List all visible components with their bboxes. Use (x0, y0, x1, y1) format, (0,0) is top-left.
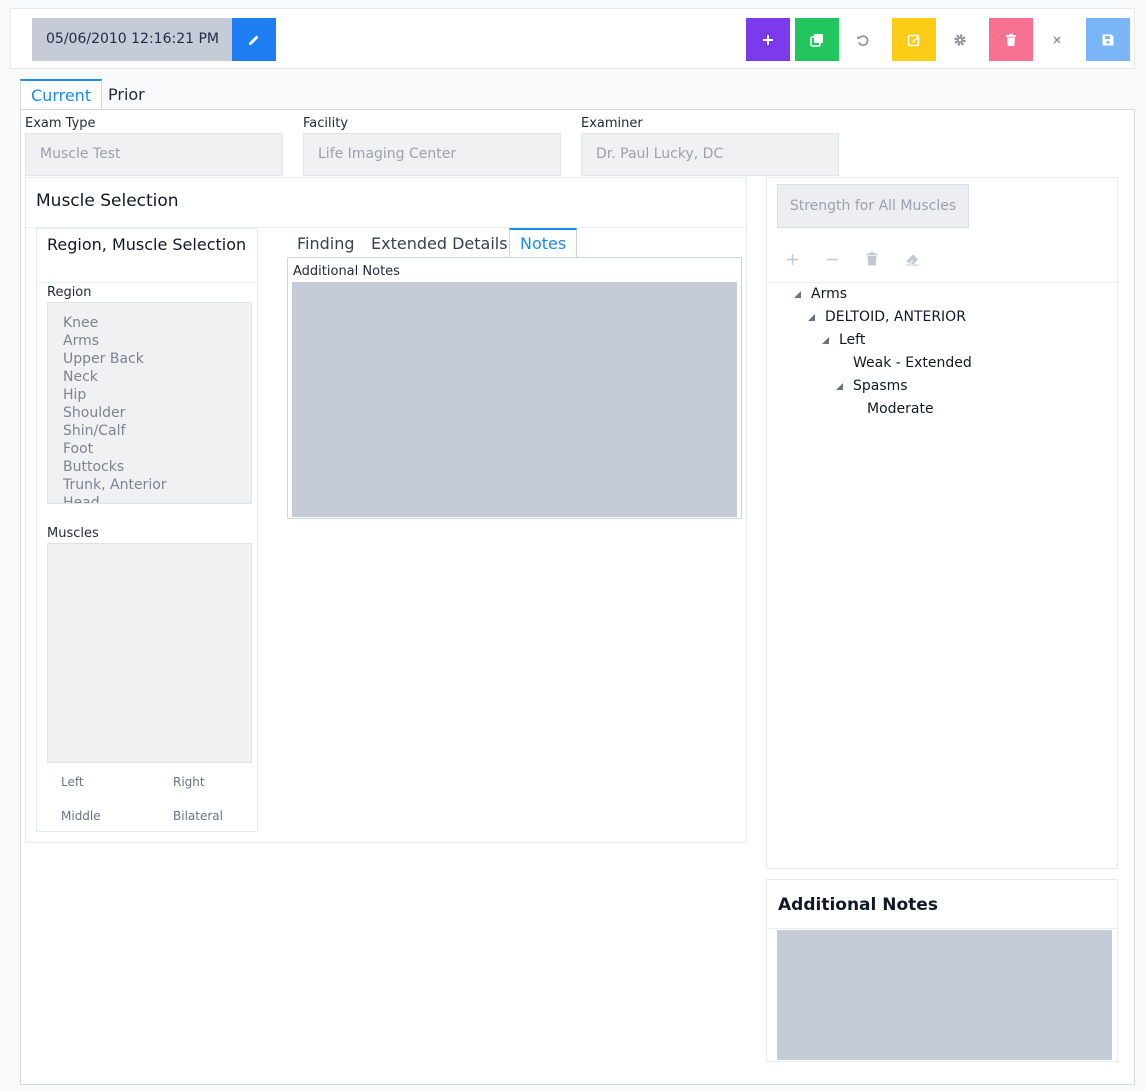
list-item[interactable]: Arms (48, 332, 251, 350)
edit-icon (907, 33, 921, 47)
list-item[interactable]: Knee (48, 314, 251, 332)
tab-notes[interactable]: Notes (509, 228, 578, 258)
list-item[interactable]: Shin/Calf (48, 422, 251, 440)
examiner-label: Examiner (581, 116, 643, 131)
close-icon (1051, 34, 1063, 46)
list-item[interactable]: Neck (48, 368, 251, 386)
copy-button[interactable] (795, 18, 839, 61)
add-button[interactable] (746, 18, 790, 61)
undo-button[interactable] (841, 18, 885, 61)
copy-icon (810, 33, 824, 47)
tab-finding[interactable]: Finding (297, 230, 355, 260)
list-item[interactable]: Head (48, 494, 251, 503)
tree-delete-button[interactable] (866, 251, 878, 270)
list-item[interactable]: Upper Back (48, 350, 251, 368)
exam-datetime: 05/06/2010 12:16:21 PM (32, 18, 232, 61)
plus-icon (761, 33, 775, 47)
side-middle-option[interactable]: Middle (61, 809, 101, 823)
divider (767, 928, 1117, 929)
region-label: Region (47, 285, 92, 300)
expand-arrow-icon[interactable] (808, 314, 815, 321)
additional-notes-box[interactable] (777, 930, 1112, 1060)
exam-type-label: Exam Type (25, 116, 96, 131)
side-right-option[interactable]: Right (173, 775, 205, 789)
undo-icon (856, 33, 870, 47)
tab-current[interactable]: Current (20, 79, 103, 111)
tree-add-button[interactable] (786, 251, 799, 270)
muscle-tree-panel (766, 177, 1118, 869)
edit-button[interactable] (892, 18, 936, 61)
additional-notes-label: Additional Notes (293, 264, 400, 279)
additional-notes-title: Additional Notes (778, 895, 938, 915)
delete-button[interactable] (989, 18, 1033, 61)
expand-arrow-icon[interactable] (794, 291, 801, 298)
facility-field[interactable]: Life Imaging Center (303, 133, 561, 176)
side-bilateral-option[interactable]: Bilateral (173, 809, 223, 823)
trash-icon (1004, 33, 1018, 47)
divider (37, 282, 257, 283)
save-icon (1101, 33, 1115, 47)
list-item[interactable]: Buttocks (48, 458, 251, 476)
trash-icon (866, 251, 878, 270)
strength-all-muscles-button[interactable]: Strength for All Muscles (777, 184, 969, 228)
muscles-label: Muscles (47, 526, 99, 541)
region-muscle-title: Region, Muscle Selection (47, 235, 247, 254)
close-button[interactable] (1035, 18, 1079, 61)
eraser-icon (905, 251, 920, 270)
expand-arrow-icon[interactable] (822, 337, 829, 344)
muscles-listbox[interactable] (47, 543, 252, 763)
minus-icon (826, 251, 839, 270)
region-listbox[interactable]: Knee Arms Upper Back Neck Hip Shoulder S… (47, 302, 252, 504)
side-left-option[interactable]: Left (61, 775, 84, 789)
settings-button[interactable] (938, 18, 982, 61)
tree-node-weak-extended[interactable]: Weak - Extended (853, 355, 972, 371)
tree-node-deltoid[interactable]: DELTOID, ANTERIOR (825, 309, 966, 325)
exam-type-field[interactable]: Muscle Test (25, 133, 283, 176)
tree-clear-button[interactable] (905, 251, 920, 270)
additional-notes-textarea[interactable] (292, 282, 737, 517)
tree-node-arms[interactable]: Arms (811, 286, 847, 302)
tab-prior[interactable]: Prior (98, 80, 155, 112)
pencil-icon (247, 33, 261, 47)
list-item[interactable]: Hip (48, 386, 251, 404)
toolbar: 05/06/2010 12:16:21 PM (10, 8, 1135, 69)
tree-node-moderate[interactable]: Moderate (867, 401, 934, 417)
list-item[interactable]: Trunk, Anterior (48, 476, 251, 494)
tree-node-spasms[interactable]: Spasms (853, 378, 908, 394)
edit-datetime-button[interactable] (232, 18, 276, 61)
list-item[interactable]: Foot (48, 440, 251, 458)
tab-extended-details[interactable]: Extended Details (371, 230, 508, 260)
examiner-field[interactable]: Dr. Paul Lucky, DC (581, 133, 839, 176)
list-item[interactable]: Shoulder (48, 404, 251, 422)
tree-remove-button[interactable] (826, 251, 839, 270)
facility-label: Facility (303, 116, 349, 131)
tree-node-left[interactable]: Left (839, 332, 865, 348)
expand-arrow-icon[interactable] (836, 383, 843, 390)
divider (767, 282, 1117, 283)
plus-icon (786, 251, 799, 270)
gear-icon (953, 33, 967, 47)
muscle-selection-title: Muscle Selection (36, 191, 179, 211)
save-button[interactable] (1086, 18, 1130, 61)
